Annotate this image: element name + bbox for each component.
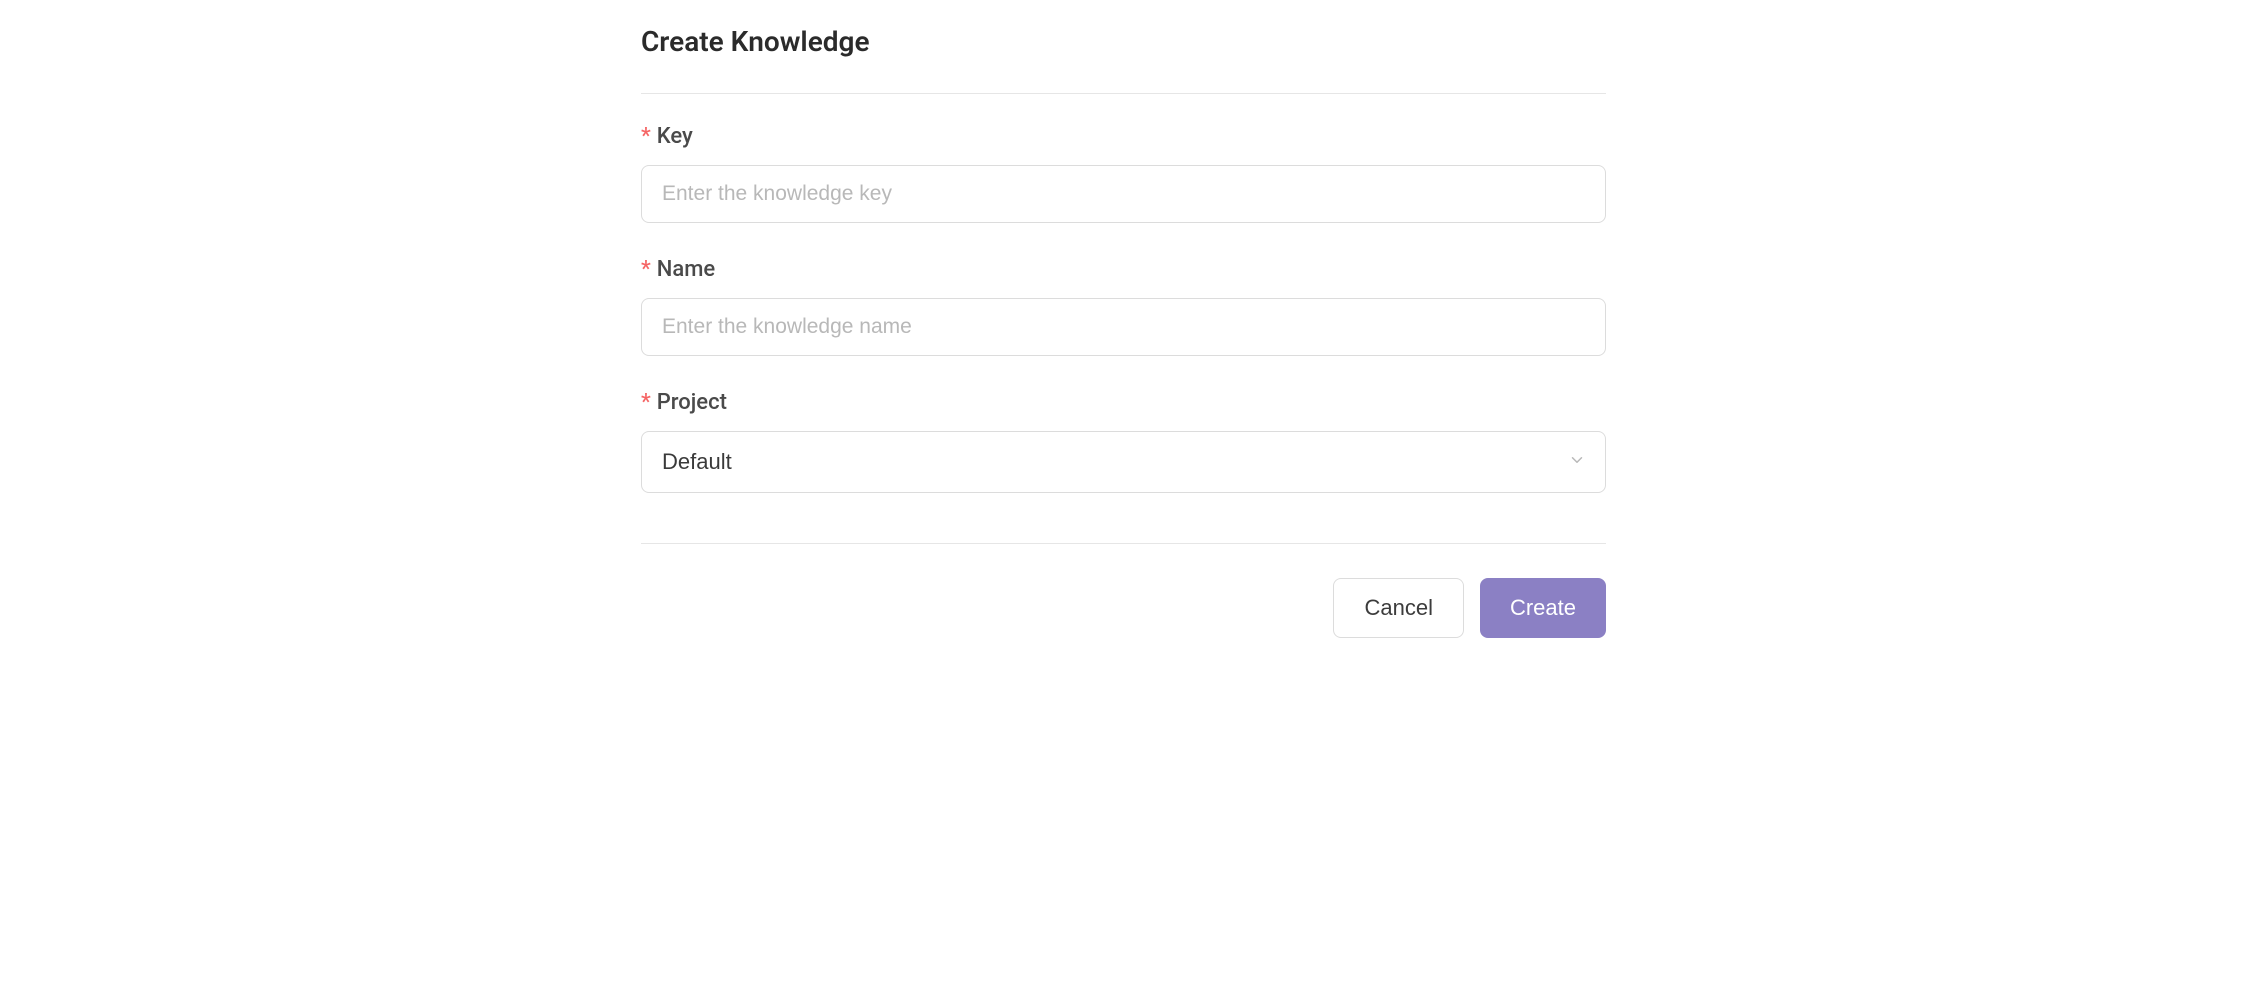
project-select-wrapper: Default bbox=[641, 431, 1606, 493]
project-label-text: Project bbox=[657, 390, 727, 415]
key-input[interactable] bbox=[641, 165, 1606, 223]
field-group-project: *Project Default bbox=[641, 390, 1606, 493]
dialog-title: Create Knowledge bbox=[641, 25, 1606, 58]
project-label: *Project bbox=[641, 390, 1606, 415]
key-label: *Key bbox=[641, 124, 1606, 149]
name-input[interactable] bbox=[641, 298, 1606, 356]
required-mark: * bbox=[641, 390, 651, 415]
create-knowledge-dialog: Create Knowledge *Key *Name *Project Def… bbox=[641, 25, 1606, 638]
name-label-text: Name bbox=[657, 257, 715, 282]
create-button[interactable]: Create bbox=[1480, 578, 1606, 638]
field-group-key: *Key bbox=[641, 124, 1606, 223]
dialog-footer: Cancel Create bbox=[641, 544, 1606, 638]
field-group-name: *Name bbox=[641, 257, 1606, 356]
cancel-button[interactable]: Cancel bbox=[1333, 578, 1463, 638]
required-mark: * bbox=[641, 124, 651, 149]
name-label: *Name bbox=[641, 257, 1606, 282]
project-selected-value: Default bbox=[662, 449, 732, 475]
key-label-text: Key bbox=[657, 124, 693, 149]
dialog-header: Create Knowledge bbox=[641, 25, 1606, 94]
form-body: *Key *Name *Project Default bbox=[641, 94, 1606, 544]
required-mark: * bbox=[641, 257, 651, 282]
project-select[interactable]: Default bbox=[641, 431, 1606, 493]
